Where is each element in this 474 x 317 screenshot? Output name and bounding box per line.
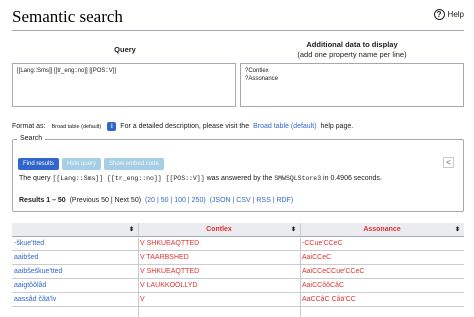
query-code: [[Lang::Sms]] [[tr_eng::no]] [[POS::V]] xyxy=(52,175,205,182)
table-row: -škue'tted V SHKUEAQTTED -CCue'CCeC xyxy=(12,237,464,251)
format-help-link[interactable]: Broad table (default) xyxy=(253,123,316,130)
page-link[interactable]: -škue'tted xyxy=(14,240,44,247)
table-row: aaigtôôlâd V LAUKKOOLLYD AaiCCôôCâC xyxy=(12,279,464,293)
collapse-button[interactable]: < xyxy=(443,157,454,168)
assonance-link[interactable]: AaiCCeC xyxy=(302,254,331,261)
results-exports[interactable]: (JSON | CSV | RSS | RDF) xyxy=(210,197,294,204)
page-title: Semantic search xyxy=(12,7,123,26)
help-label: Help xyxy=(447,10,464,19)
page-link[interactable]: aaibšeškue'tted xyxy=(14,268,62,275)
assonance-link[interactable]: AaiCCeCCue'CCeC xyxy=(302,268,364,275)
contlex-link[interactable]: V LAUKKOOLLYD xyxy=(140,282,197,289)
query-suffix: in 0.4906 seconds. xyxy=(323,175,382,182)
format-info-text: For a detailed description, please visit… xyxy=(120,123,250,130)
format-row: Format as: Broad table (default) i For a… xyxy=(12,122,353,131)
format-select[interactable]: Broad table (default) xyxy=(49,124,103,130)
table-header-contlex[interactable]: Contlex ⬍ xyxy=(138,223,300,237)
help-icon: ? xyxy=(433,9,445,20)
query-heading: Query xyxy=(114,45,136,54)
table-row: aaibšeškue'tted V SHKUEAQTTED AaiCCeCCue… xyxy=(12,265,464,279)
help-link[interactable]: ? Help xyxy=(433,9,464,20)
store-name: SMWSQLStore3 xyxy=(274,175,322,182)
info-icon: i xyxy=(107,122,117,131)
title-divider xyxy=(12,30,464,31)
format-label: Format as: xyxy=(12,123,46,130)
contlex-link[interactable]: V xyxy=(140,296,145,303)
additional-data-textarea[interactable]: ?Contlex ?Assonance xyxy=(240,63,464,107)
additional-subheading: (add one property name per line) xyxy=(297,50,407,59)
sort-icon: ⬍ xyxy=(454,227,460,233)
format-info-suffix: help page. xyxy=(320,123,354,130)
query-prefix: The query xyxy=(19,175,51,182)
search-legend: Search xyxy=(17,135,46,142)
search-fieldset: Search Find results Hide query Show embe… xyxy=(12,135,464,212)
assonance-link[interactable]: AaiCCôôCâC xyxy=(302,282,344,289)
page-link[interactable]: aaigtôôlâd xyxy=(14,282,46,289)
header-label-contlex: Contlex xyxy=(206,226,232,233)
query-summary: The query [[Lang::Sms]] [[tr_eng::no]] [… xyxy=(19,175,382,182)
assonance-link[interactable]: AaCCâC Câä'CC xyxy=(302,296,356,303)
results-range: Results 1 – 50 xyxy=(19,197,66,204)
results-navigation: Results 1 – 50 (Previous 50 | Next 50) (… xyxy=(19,197,293,204)
table-row: aassâd čâä'lv V AaCCâC Câä'CC xyxy=(12,293,464,307)
table-header-page[interactable]: ⬍ xyxy=(12,223,138,237)
contlex-link[interactable]: V SHKUEAQTTED xyxy=(140,268,199,275)
header-label-assonance: Assonance xyxy=(363,226,401,233)
hide-query-button[interactable]: Hide query xyxy=(62,158,102,170)
additional-heading: Additional data to display (add one prop… xyxy=(297,40,407,59)
page-link[interactable]: aaibšed xyxy=(14,254,39,261)
table-header-assonance[interactable]: Assonance ⬍ xyxy=(300,223,464,237)
sort-icon: ⬍ xyxy=(128,227,134,233)
query-middle: was answered by the xyxy=(206,175,273,182)
results-limits[interactable]: (20 | 50 | 100 | 250) xyxy=(145,197,206,204)
results-prev-next[interactable]: (Previous 50 | Next 50) xyxy=(70,197,141,204)
sort-icon: ⬍ xyxy=(290,227,296,233)
column-divider xyxy=(138,223,139,317)
query-textarea[interactable]: [[Lang::Sms]] [[tr_eng::no]] [[POS::V]] xyxy=(12,63,236,107)
contlex-link[interactable]: V SHKUEAQTTED xyxy=(140,240,199,247)
contlex-link[interactable]: V TAARBSHED xyxy=(140,254,189,261)
page-link[interactable]: aassâd čâä'lv xyxy=(14,296,56,303)
table-row: aaibšed V TAARBSHED AaiCCeC xyxy=(12,251,464,265)
column-divider xyxy=(300,223,301,317)
assonance-link[interactable]: -CCue'CCeC xyxy=(302,240,343,247)
find-results-button[interactable]: Find results xyxy=(18,158,60,170)
show-embed-code-button[interactable]: Show embed code xyxy=(104,158,164,170)
